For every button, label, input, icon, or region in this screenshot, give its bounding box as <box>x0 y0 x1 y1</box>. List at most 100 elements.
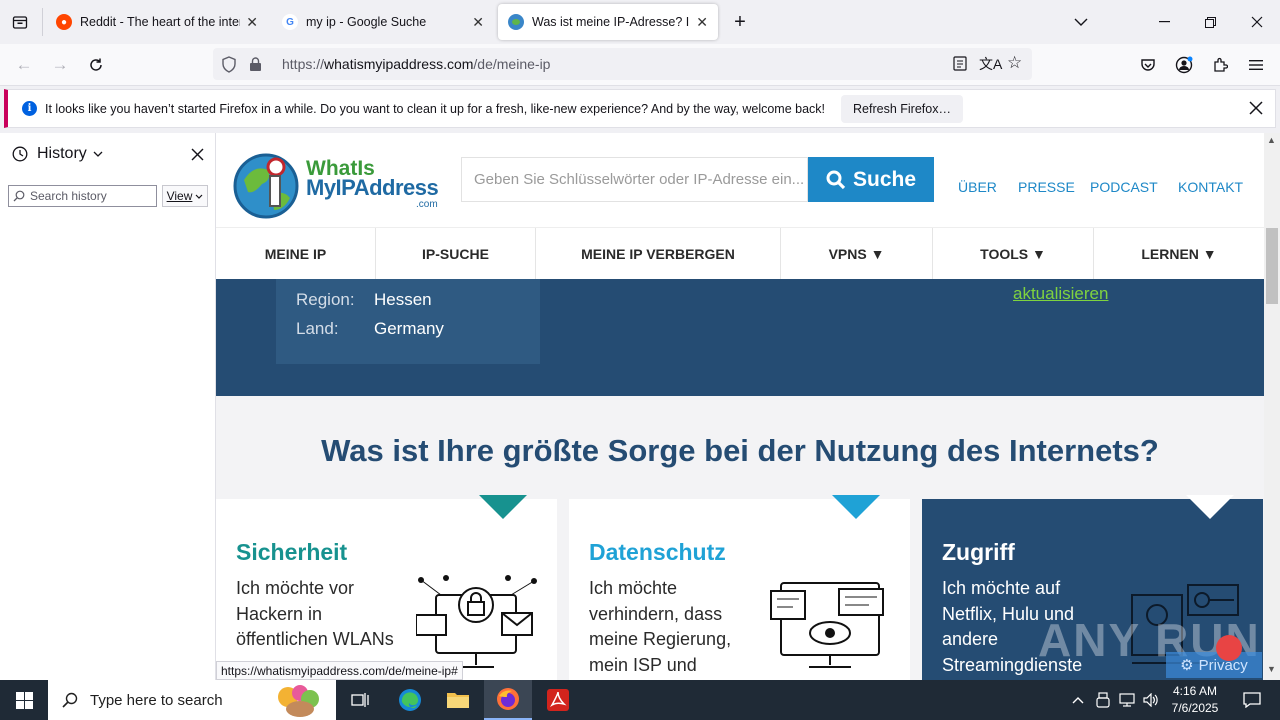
lock-icon[interactable] <box>249 56 265 72</box>
system-clock[interactable]: 4:16 AM 7/6/2025 <box>1168 683 1222 717</box>
account-avatar-icon[interactable] <box>1170 52 1198 78</box>
top-link-presse[interactable]: PRESSE <box>1018 179 1075 195</box>
reader-view-icon[interactable] <box>953 56 967 74</box>
chevron-down-icon <box>93 151 103 157</box>
search-icon <box>62 692 78 708</box>
card-title: Zugriff <box>942 539 1015 565</box>
tab-title: Was ist meine IP-Adresse? IP-Adresse <box>532 15 690 29</box>
search-highlight-image-icon <box>264 683 336 717</box>
back-arrow-icon[interactable]: ← <box>10 52 38 78</box>
tab-title: Reddit - The heart of the internet <box>80 15 240 29</box>
site-search-input[interactable]: Geben Sie Schlüsselwörter oder IP-Adress… <box>461 157 808 202</box>
tab-title: my ip - Google Suche <box>306 15 427 29</box>
clock-date: 7/6/2025 <box>1171 701 1219 715</box>
country-row: Land: Germany <box>296 319 444 339</box>
hamburger-menu-icon[interactable] <box>1242 52 1270 78</box>
volume-icon[interactable] <box>1139 680 1163 720</box>
view-label: View <box>166 189 193 203</box>
country-label: Land: <box>296 319 339 338</box>
close-notification-icon[interactable] <box>1249 101 1263 118</box>
search-history-input[interactable]: Search history <box>8 185 157 207</box>
recaptcha-icon[interactable] <box>1216 635 1242 661</box>
update-location-link[interactable]: aktualisieren <box>1013 284 1108 304</box>
address-bar[interactable]: https://whatismyipaddress.com/de/meine-i… <box>213 48 1032 80</box>
show-hidden-icons-chevron-icon[interactable] <box>1066 680 1090 720</box>
link-status-bar: https://whatismyipaddress.com/de/meine-i… <box>216 661 463 680</box>
minimize-button[interactable] <box>1141 0 1187 44</box>
card-sicherheit[interactable]: Sicherheit Ich möchte vor Hackern in öff… <box>216 499 557 680</box>
new-tab-button[interactable]: + <box>728 8 752 36</box>
tab-whatismyip[interactable]: Was ist meine IP-Adresse? IP-Adresse ✕ <box>498 4 718 40</box>
url-path: /de/meine-ip <box>473 56 551 72</box>
main-navigation: MEINE IP IP-SUCHE MEINE IP VERBERGEN VPN… <box>216 227 1264 280</box>
search-icon <box>13 190 25 202</box>
card-datenschutz[interactable]: Datenschutz Ich möchte verhindern, dass … <box>569 499 910 680</box>
url-prefix: https:// <box>282 56 325 72</box>
url-text: https://whatismyipaddress.com/de/meine-i… <box>282 56 550 72</box>
top-link-podcast[interactable]: PODCAST <box>1090 179 1158 195</box>
network-icon[interactable] <box>1115 680 1139 720</box>
card-pointer <box>832 495 880 519</box>
reddit-favicon-icon: ● <box>56 14 72 30</box>
region-row: Region: Hessen <box>296 290 432 310</box>
tab-reddit[interactable]: ● Reddit - The heart of the internet ✕ <box>46 4 268 40</box>
windows-taskbar: Type here to search 4:16 AM 7/6/2025 <box>0 680 1280 720</box>
privacy-eye-illustration-icon <box>770 582 884 668</box>
scroll-down-arrow-icon[interactable]: ▼ <box>1267 664 1276 674</box>
usb-device-icon[interactable] <box>1091 680 1115 720</box>
card-title: Sicherheit <box>236 539 348 565</box>
firefox-taskbar-icon[interactable] <box>484 680 532 720</box>
tracking-protection-shield-icon[interactable] <box>221 55 239 73</box>
extensions-puzzle-icon[interactable] <box>1206 52 1234 78</box>
file-explorer-icon[interactable] <box>434 680 482 720</box>
ip-info-panel: Region: Hessen Land: Germany aktualisier… <box>216 279 1264 396</box>
refresh-firefox-notification: i It looks like you haven’t started Fire… <box>4 89 1276 128</box>
bookmark-star-icon[interactable]: ☆ <box>1007 53 1022 73</box>
taskbar-search-placeholder: Type here to search <box>90 691 223 709</box>
clock-time: 4:16 AM <box>1172 684 1218 698</box>
navigation-toolbar: ← → https://whatismyipaddress.com/de/mei… <box>0 44 1280 86</box>
nav-ip-suche[interactable]: IP-SUCHE <box>376 228 536 280</box>
scrollbar-thumb[interactable] <box>1266 228 1278 304</box>
tab-overflow-chevron-icon[interactable] <box>1058 0 1104 44</box>
region-label: Region: <box>296 290 355 309</box>
site-search-button[interactable]: Suche <box>808 157 934 202</box>
site-logo[interactable]: WhatIs MyIPAddress .com <box>232 150 442 222</box>
pocket-icon[interactable] <box>1134 52 1162 78</box>
close-tab-icon[interactable]: ✕ <box>472 14 484 31</box>
nav-meine-ip[interactable]: MEINE IP <box>216 228 376 280</box>
web-page: WhatIs MyIPAddress .com Geben Sie Schlüs… <box>216 133 1264 680</box>
view-menu-button[interactable]: View <box>162 185 208 207</box>
task-view-icon[interactable] <box>336 680 384 720</box>
page-scrollbar[interactable]: ▲ ▼ <box>1264 133 1280 680</box>
restore-button[interactable] <box>1187 0 1233 44</box>
acrobat-reader-icon[interactable] <box>534 680 582 720</box>
privacy-badge[interactable]: ⚙ Privacy <box>1166 652 1262 678</box>
top-link-ueber[interactable]: ÜBER <box>958 179 997 195</box>
nav-tools[interactable]: TOOLS ▼ <box>933 228 1094 280</box>
close-tab-icon[interactable]: ✕ <box>696 14 708 31</box>
edge-browser-icon[interactable] <box>386 680 434 720</box>
card-text: Ich möchte vor Hackern in öffentlichen W… <box>236 578 394 649</box>
forward-arrow-icon[interactable]: → <box>46 52 74 78</box>
notifications-icon[interactable] <box>1228 680 1276 720</box>
refresh-firefox-button[interactable]: Refresh Firefox… <box>841 94 963 123</box>
sidebar-header[interactable]: History <box>12 145 103 163</box>
scroll-up-arrow-icon[interactable]: ▲ <box>1267 135 1276 145</box>
translate-icon[interactable]: 文A <box>979 54 1002 74</box>
top-link-kontakt[interactable]: KONTAKT <box>1178 179 1243 195</box>
close-window-button[interactable] <box>1234 0 1280 44</box>
close-tab-icon[interactable]: ✕ <box>246 14 258 31</box>
card-title: Datenschutz <box>589 539 726 565</box>
notification-message: It looks like you haven’t started Firefo… <box>45 101 826 116</box>
nav-vpns[interactable]: VPNS ▼ <box>781 228 933 280</box>
close-sidebar-icon[interactable] <box>191 148 204 166</box>
tab-list-icon[interactable] <box>6 8 34 36</box>
taskbar-search-box[interactable]: Type here to search <box>48 680 336 720</box>
site-header: WhatIs MyIPAddress .com Geben Sie Schlüs… <box>216 133 1264 227</box>
nav-lernen[interactable]: LERNEN ▼ <box>1094 228 1264 280</box>
nav-meine-ip-verbergen[interactable]: MEINE IP VERBERGEN <box>536 228 781 280</box>
reload-icon[interactable] <box>82 52 110 78</box>
windows-start-icon[interactable] <box>0 680 48 720</box>
tab-google[interactable]: G my ip - Google Suche ✕ <box>272 4 494 40</box>
